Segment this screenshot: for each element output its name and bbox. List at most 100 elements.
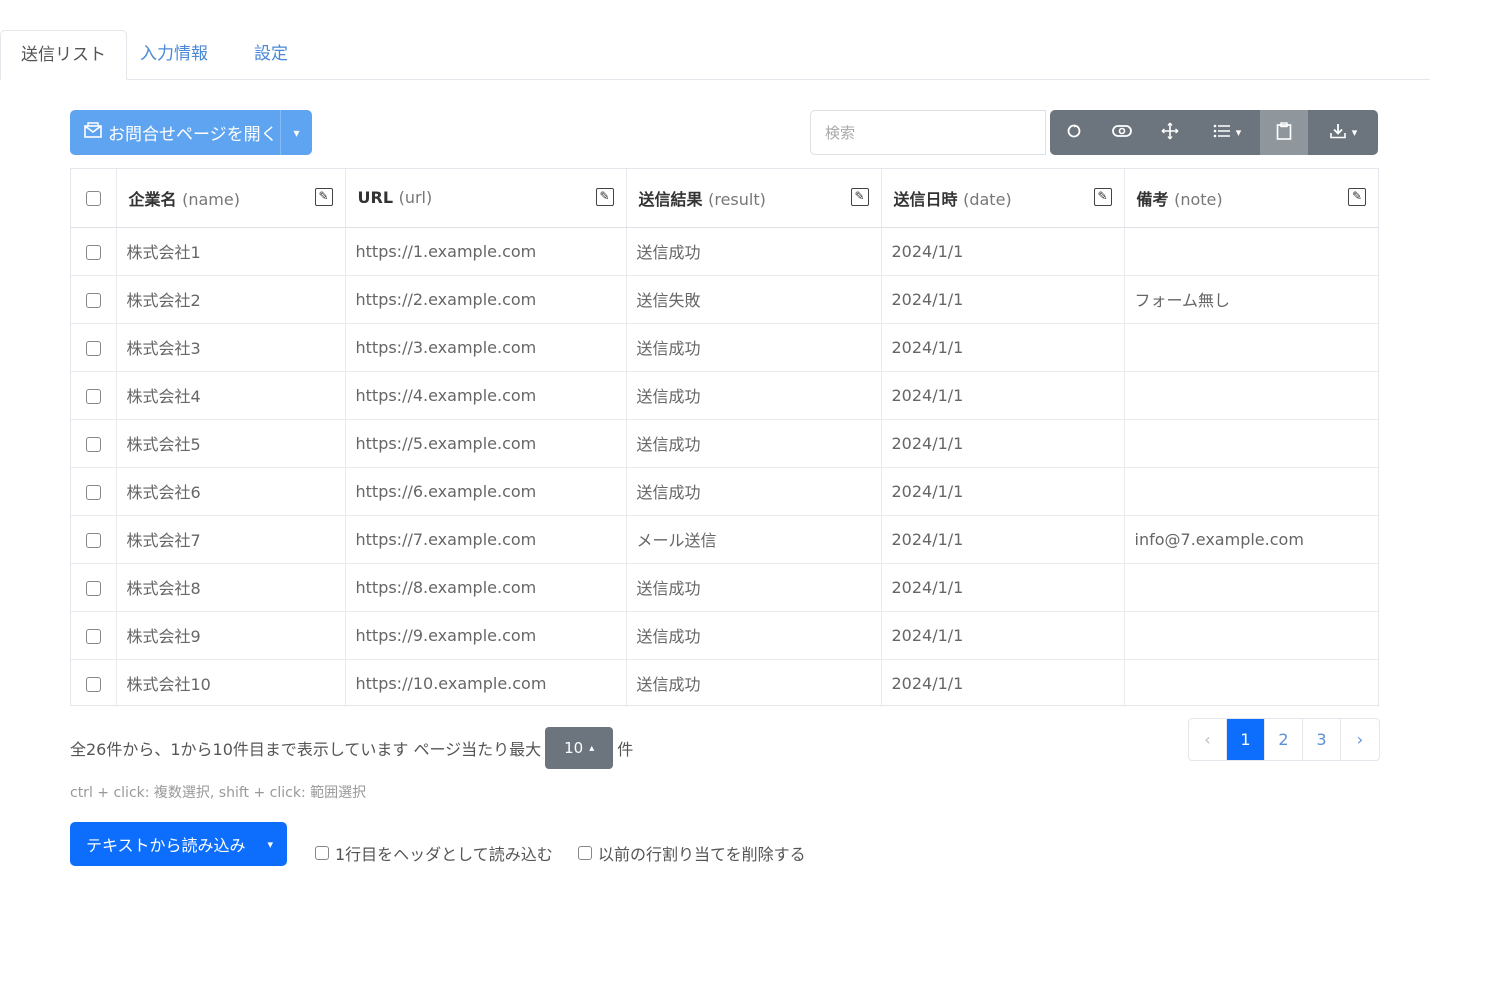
tab-bar: 送信リスト 入力情報 設定	[0, 30, 1430, 80]
cell-result: 送信成功	[626, 419, 882, 468]
edit-icon[interactable]: ✎	[595, 188, 614, 206]
columns-button[interactable]: ▾	[1194, 110, 1260, 155]
cell-result: 送信失敗	[626, 275, 882, 324]
row-checkbox[interactable]	[85, 628, 101, 644]
table-row[interactable]: 株式会社8 https://8.example.com 送信成功 2024/1/1	[71, 563, 1378, 612]
table-toolbar: ▾ ▾	[1050, 110, 1378, 155]
select-all-cell	[71, 169, 117, 228]
column-key: (note)	[1174, 189, 1223, 209]
cell-note	[1124, 467, 1378, 516]
header-row-checkbox[interactable]	[315, 846, 329, 860]
tab-send-list[interactable]: 送信リスト	[0, 30, 127, 80]
open-contact-page-label: お問合せページを開く	[108, 125, 278, 145]
clipboard-button[interactable]	[1260, 110, 1308, 155]
column-label: 備考	[1136, 189, 1169, 209]
column-label: 企業名	[128, 189, 177, 209]
clear-assignment-checkbox[interactable]	[578, 846, 592, 860]
row-checkbox[interactable]	[85, 436, 101, 452]
page-size-dropdown[interactable]: 10 ▴	[545, 727, 614, 769]
export-button[interactable]: ▾	[1308, 110, 1378, 155]
cell-note	[1124, 419, 1378, 468]
table-row[interactable]: 株式会社10 https://10.example.com 送信成功 2024/1/1	[71, 659, 1378, 707]
edit-icon[interactable]: ✎	[850, 188, 869, 206]
table-row[interactable]: 株式会社2 https://2.example.com 送信失敗 2024/1/1 フォ…	[71, 275, 1378, 324]
open-contact-page-dropdown[interactable]: ▾	[280, 110, 312, 155]
search-input[interactable]	[810, 110, 1046, 155]
tab-settings[interactable]: 設定	[234, 30, 308, 80]
cell-url: https://9.example.com	[345, 611, 627, 660]
cell-url: https://7.example.com	[345, 515, 627, 564]
page-1-button[interactable]: 1	[1227, 719, 1265, 760]
cell-date: 2024/1/1	[881, 323, 1125, 372]
cell-date: 2024/1/1	[881, 515, 1125, 564]
refresh-button[interactable]	[1050, 110, 1098, 155]
column-label: 送信日時	[893, 189, 958, 209]
cell-date: 2024/1/1	[881, 227, 1125, 276]
page-3-button[interactable]: 3	[1303, 719, 1341, 760]
table-row[interactable]: 株式会社5 https://5.example.com 送信成功 2024/1/1	[71, 419, 1378, 468]
row-checkbox[interactable]	[85, 532, 101, 548]
row-checkbox[interactable]	[85, 244, 101, 260]
row-checkbox[interactable]	[85, 484, 101, 500]
next-page-button[interactable]: ›	[1341, 719, 1379, 760]
table-row[interactable]: 株式会社7 https://7.example.com メール送信 2024/1/1 i…	[71, 515, 1378, 564]
page-2-button[interactable]: 2	[1265, 719, 1303, 760]
column-key: (result)	[708, 189, 766, 209]
cell-result: 送信成功	[626, 227, 882, 276]
cell-url: https://2.example.com	[345, 275, 627, 324]
cell-name: 株式会社6	[116, 467, 346, 516]
cell-result: 送信成功	[626, 659, 882, 707]
cell-name: 株式会社4	[116, 371, 346, 420]
table-row[interactable]: 株式会社9 https://9.example.com 送信成功 2024/1/1	[71, 611, 1378, 660]
column-key: (url)	[398, 188, 433, 208]
row-checkbox[interactable]	[85, 340, 101, 356]
column-header-url[interactable]: URL (url) ✎	[345, 169, 627, 228]
column-header-date[interactable]: 送信日時 (date) ✎	[881, 169, 1125, 228]
refresh-icon	[1066, 123, 1082, 143]
table-row[interactable]: 株式会社3 https://3.example.com 送信成功 2024/1/1	[71, 323, 1378, 372]
open-contact-page-button[interactable]: お問合せページを開く	[70, 110, 280, 155]
select-all-checkbox[interactable]	[85, 191, 101, 207]
cell-date: 2024/1/1	[881, 563, 1125, 612]
import-from-text-button[interactable]: テキストから読み込み ▾	[70, 822, 287, 866]
table-row[interactable]: 株式会社4 https://4.example.com 送信成功 2024/1/1	[71, 371, 1378, 420]
table-row[interactable]: 株式会社1 https://1.example.com 送信成功 2024/1/1	[71, 227, 1378, 276]
table-header-row: 企業名 (name) ✎ URL (url) ✎ 送信結果 (result) ✎ 送信…	[71, 169, 1378, 228]
edit-icon[interactable]: ✎	[1093, 188, 1112, 206]
row-checkbox[interactable]	[85, 580, 101, 596]
cell-note	[1124, 611, 1378, 660]
row-checkbox[interactable]	[85, 676, 101, 692]
columns-icon	[1213, 123, 1231, 142]
cell-date: 2024/1/1	[881, 275, 1125, 324]
selection-hint: ctrl + click: 複数選択, shift + click: 範囲選択	[70, 785, 367, 801]
column-header-note[interactable]: 備考 (note) ✎	[1124, 169, 1378, 228]
column-header-result[interactable]: 送信結果 (result) ✎	[626, 169, 882, 228]
edit-icon[interactable]: ✎	[314, 188, 333, 206]
pagination: ‹ 1 2 3 ›	[1188, 718, 1380, 761]
column-header-name[interactable]: 企業名 (name) ✎	[116, 169, 346, 228]
download-icon	[1329, 123, 1347, 143]
cell-result: 送信成功	[626, 563, 882, 612]
header-row-option[interactable]: 1行目をヘッダとして読み込む	[315, 841, 553, 865]
table-row[interactable]: 株式会社6 https://6.example.com 送信成功 2024/1/1	[71, 467, 1378, 516]
edit-icon[interactable]: ✎	[1348, 188, 1366, 206]
cell-url: https://1.example.com	[345, 227, 627, 276]
tab-input-info[interactable]: 入力情報	[120, 30, 228, 80]
cell-url: https://6.example.com	[345, 467, 627, 516]
clear-assignment-label: 以前の行割り当てを削除する	[598, 845, 806, 864]
row-checkbox[interactable]	[85, 388, 101, 404]
prev-page-button[interactable]: ‹	[1189, 719, 1227, 760]
row-checkbox[interactable]	[85, 292, 101, 308]
clear-assignment-option[interactable]: 以前の行割り当てを削除する	[578, 841, 806, 865]
row-select-cell	[71, 467, 117, 516]
caret-down-icon: ▾	[267, 837, 273, 851]
fullscreen-button[interactable]	[1146, 110, 1194, 155]
cell-name: 株式会社2	[116, 275, 346, 324]
row-select-cell	[71, 515, 117, 564]
column-key: (date)	[963, 189, 1012, 209]
caret-up-icon: ▴	[589, 742, 595, 754]
header-row-label: 1行目をヘッダとして読み込む	[335, 845, 553, 864]
row-select-cell	[71, 227, 117, 276]
toggle-view-button[interactable]	[1098, 110, 1146, 155]
cell-url: https://3.example.com	[345, 323, 627, 372]
